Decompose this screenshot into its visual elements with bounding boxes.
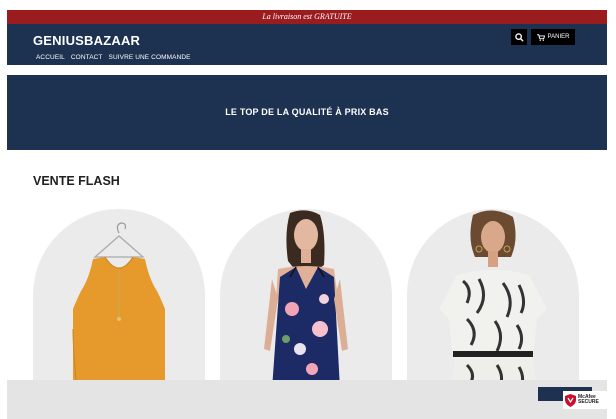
cart-button[interactable]: PANIER <box>531 29 575 45</box>
nav-link-suivre-commande[interactable]: SUIVRE UNE COMMANDE <box>109 54 191 61</box>
page: La livraison est GRATUITE GENIUSBAZAAR A… <box>0 0 616 419</box>
mcafee-secure-label: SECURE <box>578 399 599 405</box>
main-nav: ACCUEIL CONTACT SUIVRE UNE COMMANDE <box>36 54 191 61</box>
product-image-palm-print-top <box>439 210 547 389</box>
section-title: VENTE FLASH <box>33 174 120 188</box>
nav-link-accueil[interactable]: ACCUEIL <box>36 54 65 61</box>
mcafee-shield-icon <box>565 393 576 407</box>
product-image-floral-top <box>264 210 348 389</box>
announcement-bar: La livraison est GRATUITE <box>7 10 607 24</box>
search-icon <box>514 32 524 42</box>
hero-banner: LE TOP DE LA QUALITÉ À PRIX BAS <box>7 75 607 150</box>
product-card[interactable] <box>407 209 579 389</box>
product-image-orange-top <box>72 222 165 389</box>
product-card[interactable] <box>220 209 392 389</box>
site-header: GENIUSBAZAAR ACCUEIL CONTACT SUIVRE UNE … <box>7 24 607 65</box>
search-button[interactable] <box>511 29 527 45</box>
cart-label: PANIER <box>547 34 570 40</box>
cart-icon <box>536 33 545 41</box>
cookie-bar <box>7 380 607 419</box>
mcafee-secure-badge[interactable]: McAfee SECURE <box>563 391 607 409</box>
product-card[interactable] <box>33 209 205 389</box>
nav-link-contact[interactable]: CONTACT <box>71 54 103 61</box>
site-logo[interactable]: GENIUSBAZAAR <box>33 33 140 48</box>
